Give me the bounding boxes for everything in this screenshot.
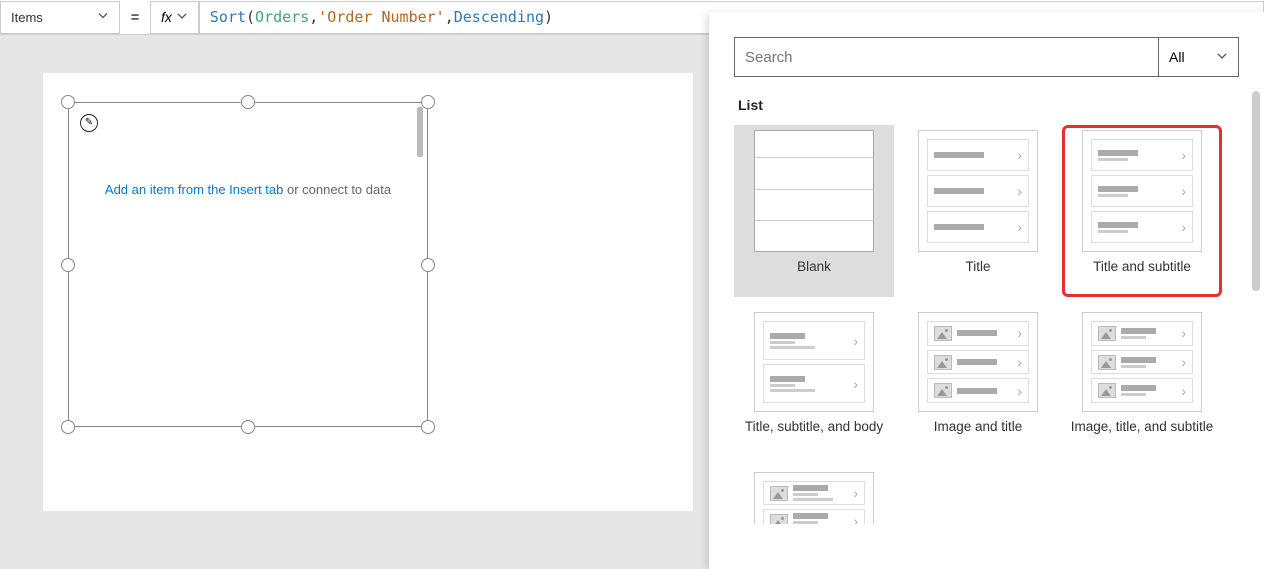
chevron-right-icon: › xyxy=(1017,325,1022,341)
resize-handle[interactable] xyxy=(241,95,255,109)
panel-scrollbar[interactable] xyxy=(1252,91,1260,291)
chevron-right-icon: › xyxy=(1017,354,1022,370)
template-image-title[interactable]: › › › Image and title xyxy=(898,307,1058,457)
search-row: All xyxy=(734,37,1239,77)
chevron-right-icon: › xyxy=(1181,383,1186,399)
template-title[interactable]: › › › Title xyxy=(898,125,1058,297)
chevron-right-icon: › xyxy=(1017,183,1022,199)
chevron-right-icon: › xyxy=(1181,183,1186,199)
image-icon xyxy=(1098,326,1116,341)
template-title-subtitle[interactable]: › › › Title and subtitle xyxy=(1062,125,1222,297)
chevron-right-icon: › xyxy=(853,513,858,527)
template-thumb: › › › xyxy=(918,312,1038,412)
chevron-right-icon: › xyxy=(1017,147,1022,163)
layout-panel: All List Blank › › › T xyxy=(709,12,1264,569)
template-label: Image and title xyxy=(934,418,1023,452)
template-title-subtitle-body[interactable]: › › Title, subtitle, and body xyxy=(734,307,894,457)
chevron-down-icon xyxy=(1216,49,1228,65)
property-select[interactable]: Items xyxy=(0,1,120,34)
template-image-title-subtitle[interactable]: › › › Image, title, and subtitle xyxy=(1062,307,1222,457)
fx-dropdown[interactable]: fx xyxy=(150,1,199,34)
equals-label: = xyxy=(120,9,150,26)
chevron-right-icon: › xyxy=(1017,219,1022,235)
chevron-right-icon: › xyxy=(1017,383,1022,399)
image-icon xyxy=(770,514,788,528)
resize-handle[interactable] xyxy=(61,420,75,434)
template-label: Blank xyxy=(797,258,831,292)
template-thumb: › › › xyxy=(918,130,1038,252)
template-thumb xyxy=(754,130,874,252)
resize-handle[interactable] xyxy=(421,258,435,272)
chevron-right-icon: › xyxy=(1181,325,1186,341)
chevron-right-icon: › xyxy=(853,376,858,392)
image-icon xyxy=(770,486,788,501)
edit-icon[interactable]: ✎ xyxy=(80,114,98,132)
template-thumb: › › xyxy=(754,472,874,527)
placeholder-link[interactable]: Add an item from the Insert tab xyxy=(105,182,283,197)
template-label: Title, subtitle, and body xyxy=(745,418,883,452)
chevron-right-icon: › xyxy=(853,333,858,349)
formula-token: ( xyxy=(246,8,255,26)
resize-handle[interactable] xyxy=(61,258,75,272)
resize-handle[interactable] xyxy=(61,95,75,109)
gallery-placeholder: Add an item from the Insert tab or conne… xyxy=(68,182,428,197)
placeholder-plain: or connect to data xyxy=(283,182,391,197)
mini-scrollbar[interactable] xyxy=(417,107,423,157)
template-blank[interactable]: Blank xyxy=(734,125,894,297)
chevron-right-icon: › xyxy=(853,485,858,501)
selected-control[interactable]: ✎ Add an item from the Insert tab or con… xyxy=(68,102,428,427)
fx-label: fx xyxy=(161,9,172,25)
template-label: Image, title, and subtitle xyxy=(1071,418,1214,452)
formula-token: 'Order Number' xyxy=(318,8,444,26)
template-label: Title and subtitle xyxy=(1093,258,1191,292)
panel-body: List Blank › › › Title › xyxy=(709,87,1264,569)
chevron-right-icon: › xyxy=(1181,147,1186,163)
template-label: Title xyxy=(965,258,990,292)
canvas-area[interactable]: ✎ Add an item from the Insert tab or con… xyxy=(43,73,693,511)
image-icon xyxy=(934,355,952,370)
formula-token: , xyxy=(309,8,318,26)
resize-handle[interactable] xyxy=(241,420,255,434)
formula-token: , xyxy=(445,8,454,26)
image-icon xyxy=(1098,355,1116,370)
formula-token: Orders xyxy=(255,8,309,26)
template-thumb: › › xyxy=(754,312,874,412)
template-partial[interactable]: › › xyxy=(734,467,894,527)
formula-token: ) xyxy=(544,8,553,26)
section-title: List xyxy=(738,97,1239,113)
search-input[interactable] xyxy=(734,37,1159,77)
image-icon xyxy=(934,383,952,398)
image-icon xyxy=(1098,383,1116,398)
resize-handle[interactable] xyxy=(421,420,435,434)
chevron-right-icon: › xyxy=(1181,354,1186,370)
property-select-label: Items xyxy=(11,10,43,25)
filter-select[interactable]: All xyxy=(1159,37,1239,77)
formula-token-fn: Sort xyxy=(210,8,246,26)
image-icon xyxy=(934,326,952,341)
template-thumb: › › › xyxy=(1082,312,1202,412)
template-grid: Blank › › › Title › › › Title and subtit… xyxy=(734,125,1239,527)
chevron-down-icon xyxy=(176,9,188,25)
resize-handle[interactable] xyxy=(421,95,435,109)
chevron-down-icon xyxy=(97,10,109,25)
chevron-right-icon: › xyxy=(1181,219,1186,235)
selection-border xyxy=(68,102,428,427)
filter-select-label: All xyxy=(1169,49,1185,65)
formula-token: Descending xyxy=(454,8,544,26)
template-thumb: › › › xyxy=(1082,130,1202,252)
